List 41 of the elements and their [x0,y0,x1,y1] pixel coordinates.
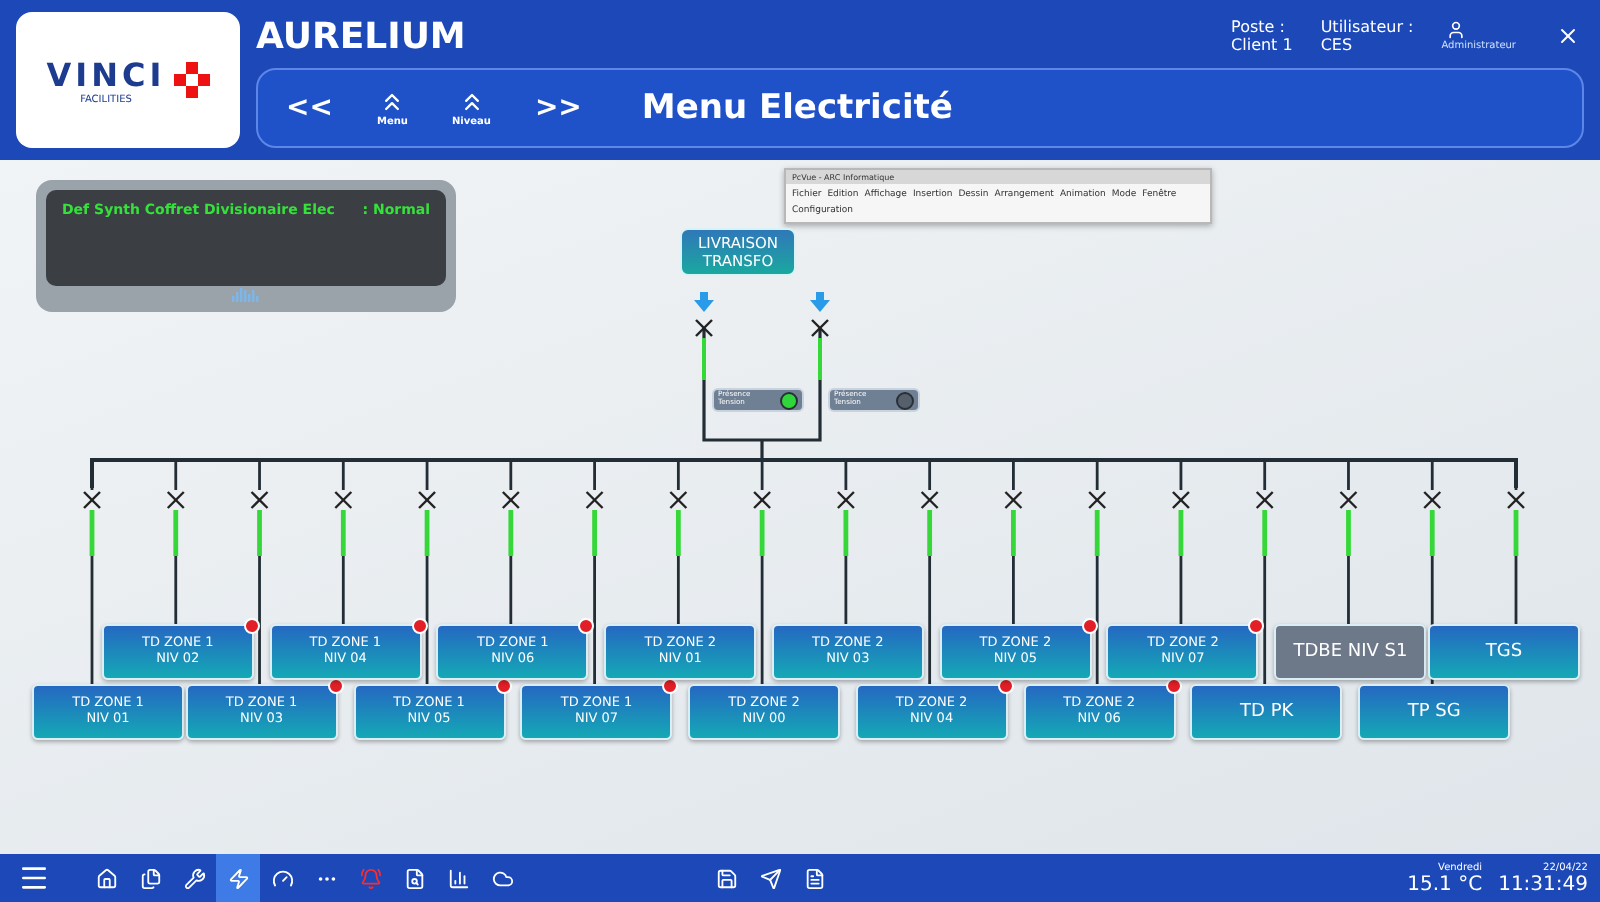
incoming-arrow-icon [694,292,714,312]
breaker-icon [920,491,939,509]
breaker-icon [501,491,520,509]
breaker-icon [1088,491,1107,509]
logo-squares-icon [173,62,210,98]
page-title: Menu Electricité [641,88,953,128]
breaker-icon [585,491,604,509]
station-label: Poste : [1231,18,1287,36]
energized-line [702,338,706,380]
breaker-icon [1339,491,1358,509]
breaker-icon [1423,491,1442,509]
logo-brand: VINCI [46,55,166,93]
breaker-icon [1255,491,1274,509]
user-label: Utilisateur : [1320,18,1414,36]
forward-nav-button[interactable]: >> [534,92,582,124]
breaker-icon [669,491,688,509]
breaker-icon [83,491,101,509]
energized-line [818,338,822,380]
breaker-icon [250,491,269,509]
breaker-icon [695,319,713,337]
breaker-icon [811,319,829,337]
breaker-icon [418,491,436,509]
lightning-icon[interactable] [216,854,260,902]
breaker-icon [334,491,353,509]
incoming-arrow-icon [810,292,830,312]
time-text: 11:31:49 [1498,873,1588,895]
app-title: AURELIUM [256,15,468,57]
panel-button[interactable]: TD PK [1190,684,1343,740]
panel-button[interactable]: TGS [1428,624,1580,680]
back-nav-button[interactable]: << [286,92,333,124]
user-value: CES [1320,36,1355,54]
signal-bars-icon [230,286,262,302]
breaker-icon [1507,491,1525,509]
breaker-icon [1004,491,1023,509]
breaker-icon [1172,491,1190,509]
breaker-icon [753,491,771,509]
temperature-text: 15.1 °C [1407,873,1483,895]
breaker-icon [837,491,855,509]
panel-button[interactable]: TP SG [1358,684,1511,740]
station-value: Client 1 [1231,36,1293,54]
breaker-icon [166,491,185,509]
